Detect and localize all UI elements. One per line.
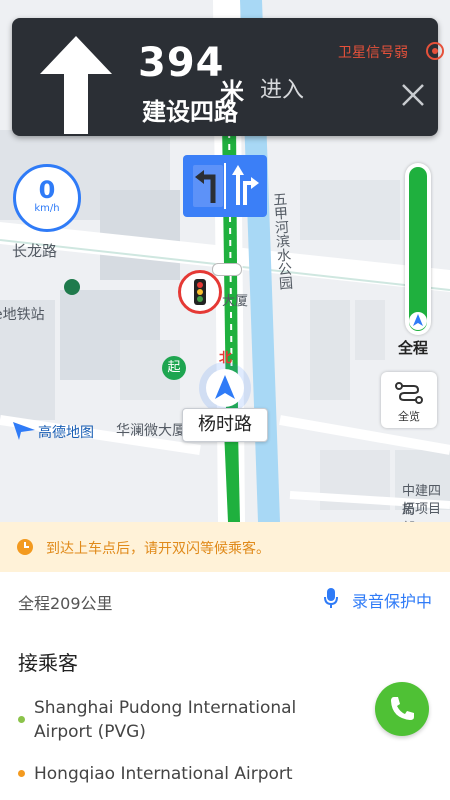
- speedometer: 0 km/h: [13, 164, 81, 232]
- overview-button[interactable]: 全览: [381, 372, 437, 428]
- brand-logo-icon: [13, 420, 35, 440]
- map-label-huaxia: 华澜微大厦: [116, 423, 186, 439]
- start-marker-label: 起: [167, 360, 181, 375]
- progress-position-icon: [409, 312, 427, 330]
- maneuver-action: 进入: [260, 78, 305, 103]
- record-protection-button[interactable]: 录音保护中: [324, 588, 433, 612]
- overview-label: 全览: [398, 410, 420, 423]
- tip-text: 到达上车点后，请开双闪等候乘客。: [46, 541, 270, 557]
- speed-unit: km/h: [34, 203, 60, 214]
- dropoff-location[interactable]: Hongqiao International Airport: [34, 762, 324, 786]
- vehicle-location-icon: [199, 362, 251, 414]
- total-distance: 全程209公里: [18, 594, 113, 613]
- map-label-station: e地铁站: [0, 307, 45, 323]
- section-title: 接乘客: [18, 651, 78, 675]
- route-overview-icon: [395, 382, 423, 404]
- phone-icon: [391, 697, 414, 720]
- close-icon[interactable]: [398, 80, 428, 110]
- maneuver-distance: 394: [138, 40, 225, 86]
- speed-value: 0: [38, 176, 56, 204]
- start-marker: 起: [162, 356, 186, 380]
- metro-station-icon: [64, 279, 80, 295]
- route-progress-bar: [405, 163, 431, 335]
- current-road-label: 杨时路: [182, 408, 268, 442]
- north-indicator: 北: [219, 351, 233, 366]
- map-label-building: 大厦: [222, 294, 249, 309]
- clock-icon: [17, 539, 33, 555]
- record-protection-label: 录音保护中: [352, 592, 433, 611]
- map-label-project: 拓项目部: [402, 502, 442, 522]
- straight-arrow-icon: [40, 36, 112, 134]
- microphone-icon: [324, 588, 338, 608]
- pickup-dot: [18, 716, 25, 723]
- brand-label: 高德地图: [38, 425, 94, 441]
- map-label-changlong-road: 长龙路: [12, 242, 58, 260]
- tip-banner: 到达上车点后，请开双闪等候乘客。: [0, 522, 450, 572]
- watermark: 仍玩游戏 Rengwan Games: [300, 735, 440, 783]
- traffic-light-icon: [178, 270, 222, 314]
- route-progress-label: 全程: [398, 339, 429, 357]
- route-progress-fill: [409, 167, 427, 331]
- call-button[interactable]: [375, 682, 429, 736]
- dropoff-dot: [18, 770, 25, 777]
- pickup-location[interactable]: Shanghai Pudong International Airport (P…: [34, 696, 324, 744]
- weak-signal-icon: [426, 42, 444, 60]
- signal-status: 卫星信号弱: [338, 45, 408, 61]
- lane-guidance: [183, 155, 267, 217]
- mini-traffic-light-icon: [212, 263, 242, 276]
- next-road-name: 建设四路: [142, 98, 238, 126]
- watermark-subtext: Rengwan Games: [336, 765, 429, 778]
- navigation-instruction-card: 394 米 进入 建设四路 卫星信号弱: [12, 18, 444, 136]
